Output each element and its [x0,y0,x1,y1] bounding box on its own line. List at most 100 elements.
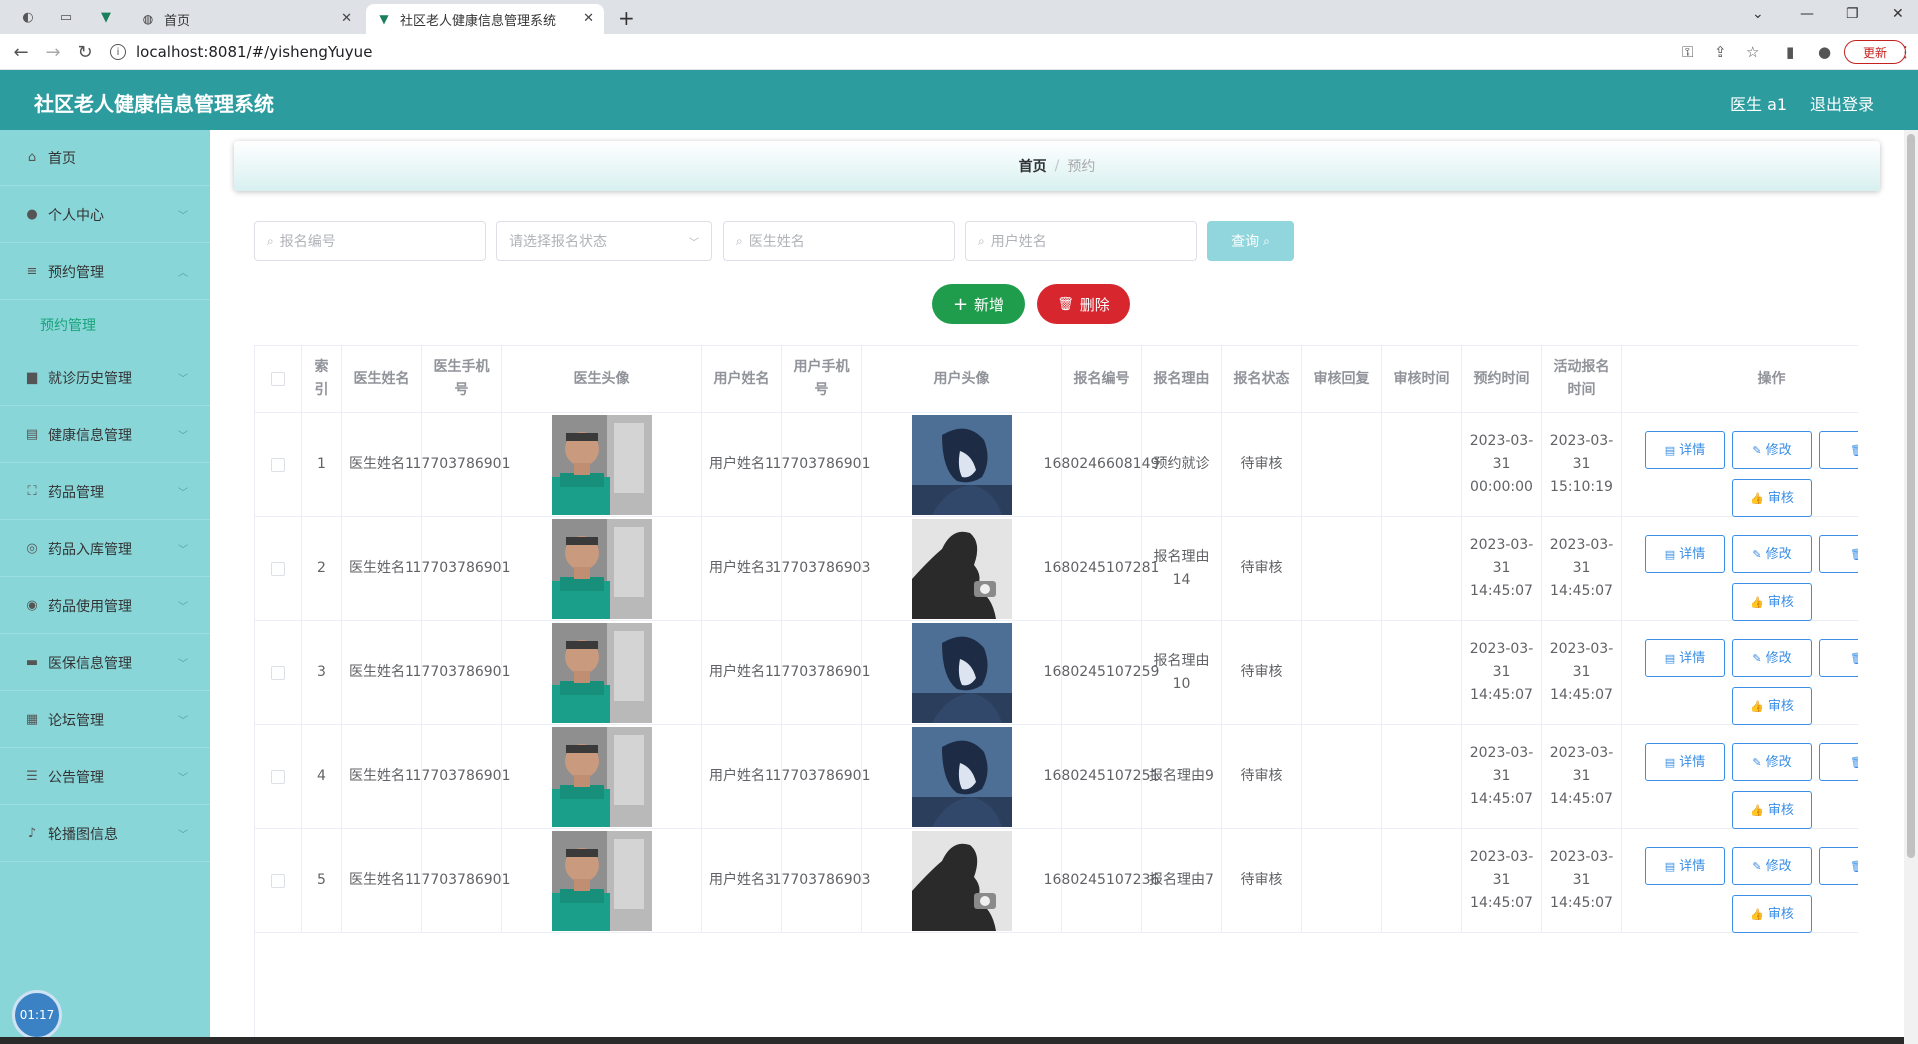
header-signup-time: 活动报名时间 [1542,346,1622,413]
key-icon[interactable]: ⚿ [1682,43,1693,61]
sidebar-item-medicine-use[interactable]: ◉ 药品使用管理 ﹀ [0,578,210,634]
star-icon[interactable]: ☆ [1746,43,1759,61]
cell-ticket: 1680245107251 [1044,725,1159,829]
globe-icon: ◍ [142,12,154,26]
review-button[interactable]: 👍 审核 [1732,791,1812,829]
sidepanel-icon[interactable]: ▮ [1786,43,1794,61]
search-icon: ⌕ [736,233,743,248]
cell-signup-time: 2023-03-31 14:45:07 [1542,517,1622,621]
home-icon: ⌂ [27,150,37,165]
vertical-scrollbar[interactable] [1904,130,1918,1044]
review-button[interactable]: 👍 审核 [1732,583,1812,621]
row-checkbox[interactable] [271,457,285,472]
row-delete-button[interactable]: 🗑 [1819,847,1858,885]
logout-link[interactable]: 退出登录 [1810,91,1874,115]
user-search-input[interactable]: ⌕ 用户姓名 [965,221,1197,261]
sidebar-item-notice[interactable]: ☰ 公告管理 ﹀ [0,749,210,805]
detail-button[interactable]: ▤ 详情 [1645,639,1725,677]
share-icon[interactable]: ⇪ [1714,43,1727,61]
cell-reply [1302,829,1382,933]
sidebar-item-home[interactable]: ⌂ 首页 [0,130,210,186]
window-close-icon[interactable]: ✕ [1892,6,1904,22]
row-checkbox[interactable] [271,561,285,576]
review-button[interactable]: 👍 审核 [1732,479,1812,517]
minimize-icon[interactable]: — [1800,6,1814,22]
row-checkbox[interactable] [271,769,285,784]
reload-icon[interactable]: ↻ [74,42,96,63]
cell-review-time [1382,829,1462,933]
breadcrumb-home[interactable]: 首页 [1019,156,1047,176]
sidebar-item-insurance[interactable]: ▬ 医保信息管理 ﹀ [0,635,210,691]
target-icon: ◉ [26,598,38,613]
edit-button[interactable]: ✎ 修改 [1732,743,1812,781]
row-checkbox[interactable] [271,665,285,680]
trash-icon: 🗑 [1850,855,1858,878]
row-delete-button[interactable]: 🗑 [1819,639,1858,677]
detail-button-label: 详情 [1679,754,1706,770]
header-ops: 操作 [1622,346,1858,413]
profile-icon[interactable]: ● [1818,43,1831,61]
edit-button[interactable]: ✎ 修改 [1732,639,1812,677]
tab-home[interactable]: ◍ 首页 ✕ [130,4,362,34]
update-button[interactable]: 更新 [1844,40,1906,64]
cell-appt-time: 2023-03-31 14:45:07 [1462,829,1542,933]
sidebar-item-medicine-in[interactable]: ◎ 药品入库管理 ﹀ [0,521,210,577]
row-delete-button[interactable]: 🗑 [1819,535,1858,573]
info-icon[interactable]: i [110,44,126,60]
close-icon[interactable]: ✕ [583,11,594,26]
detail-button[interactable]: ▤ 详情 [1645,743,1725,781]
detail-button[interactable]: ▤ 详情 [1645,847,1725,885]
review-button[interactable]: 👍 审核 [1732,895,1812,933]
header-select-all[interactable] [255,346,302,413]
forward-icon[interactable]: → [42,42,64,63]
pinned-tab-blank-icon[interactable]: ▭ [56,7,76,27]
sidebar-item-appointment[interactable]: ≡ 预约管理 ︿ [0,244,210,300]
pencil-icon: ✎ [1752,651,1762,665]
row-checkbox[interactable] [271,873,285,888]
tab-search-icon[interactable]: ⌄ [1752,6,1764,22]
header-user-avatar: 用户头像 [862,346,1062,413]
cell-doctor-phone: 17703786901 [413,621,511,725]
sidebar-subitem-appointment[interactable]: 预约管理 [0,300,210,350]
detail-button[interactable]: ▤ 详情 [1645,535,1725,573]
pinned-tab-vue-icon[interactable]: ▼ [96,7,116,27]
new-tab-button[interactable]: + [618,6,635,30]
restore-icon[interactable]: ❐ [1846,6,1859,22]
tab-app[interactable]: ▼ 社区老人健康信息管理系统 ✕ [366,4,604,34]
doctor-search-input[interactable]: ⌕ 医生姓名 [723,221,955,261]
status-select[interactable]: 请选择报名状态 ﹀ [496,221,712,261]
delete-button[interactable]: 🗑 删除 [1037,284,1130,324]
sidebar-item-carousel[interactable]: ♪ 轮播图信息 ﹀ [0,806,210,862]
cell-signup-time: 2023-03-31 14:45:07 [1542,725,1622,829]
add-button[interactable]: + 新增 [932,284,1025,324]
review-button[interactable]: 👍 审核 [1732,687,1812,725]
sidebar-item-personal[interactable]: ● 个人中心 ﹀ [0,187,210,243]
edit-button[interactable]: ✎ 修改 [1732,431,1812,469]
query-button[interactable]: 查询 ⌕ [1207,221,1294,261]
cell-doctor-phone: 17703786901 [413,413,511,517]
horizontal-scrollbar[interactable] [0,1037,1904,1044]
edit-button[interactable]: ✎ 修改 [1732,535,1812,573]
chevron-down-icon: ﹀ [178,659,188,670]
chevron-down-icon: ﹀ [178,374,188,385]
chevron-up-icon: ︿ [178,268,188,279]
checkbox[interactable] [271,372,285,386]
doctor-avatar-cell [502,517,702,621]
ticket-search-input[interactable]: ⌕ 报名编号 [254,221,486,261]
sidebar-item-visit-history[interactable]: ▆ 就诊历史管理 ﹀ [0,350,210,406]
sidebar-item-forum[interactable]: ▦ 论坛管理 ﹀ [0,692,210,748]
sidebar-item-health[interactable]: ▤ 健康信息管理 ﹀ [0,407,210,463]
scrollbar-thumb[interactable] [1907,134,1915,858]
detail-button[interactable]: ▤ 详情 [1645,431,1725,469]
document-icon: ▤ [1664,755,1676,769]
detail-button-label: 详情 [1679,858,1706,874]
row-delete-button[interactable]: 🗑 [1819,431,1858,469]
sidebar-item-medicine[interactable]: ⛶ 药品管理 ﹀ [0,464,210,520]
row-delete-button[interactable]: 🗑 [1819,743,1858,781]
pinned-tab-icon[interactable]: ◐ [18,7,38,27]
url-field[interactable]: i localhost:8081/#/yishengYuyue [110,41,1630,63]
edit-button[interactable]: ✎ 修改 [1732,847,1812,885]
back-icon[interactable]: ← [10,42,32,63]
close-icon[interactable]: ✕ [341,11,352,26]
header-user-phone: 用户手机号 [782,346,862,413]
